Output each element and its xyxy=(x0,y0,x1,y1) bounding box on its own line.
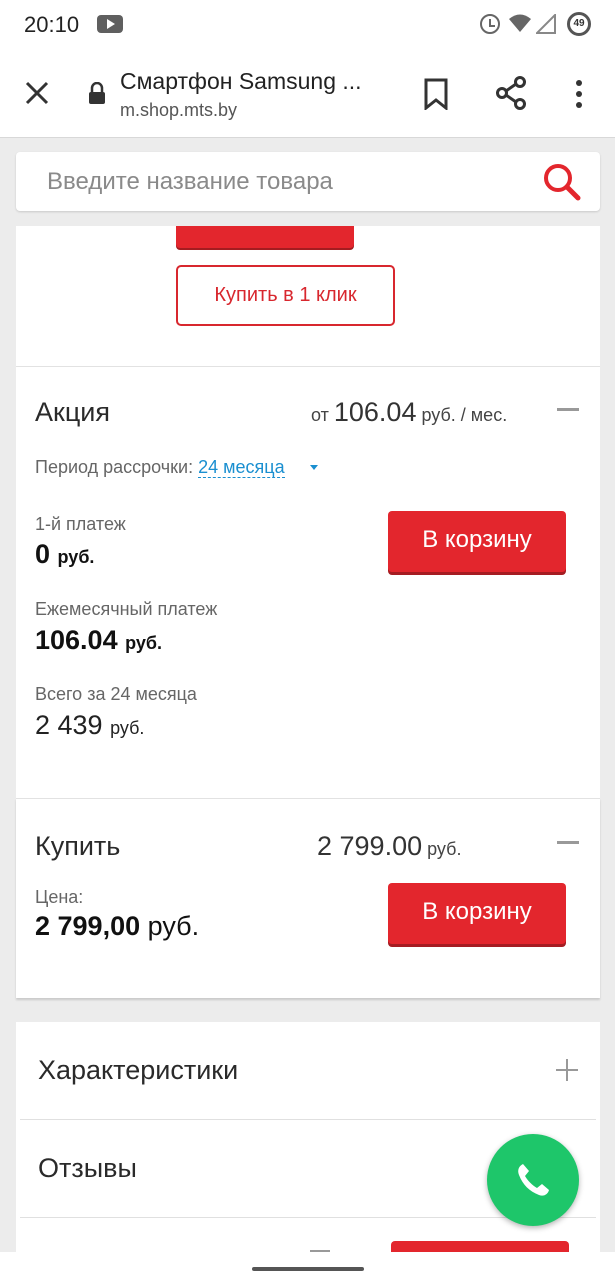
promo-section: Акция от 106.04 руб. / мес. Период расср… xyxy=(16,366,600,798)
home-gesture-bar[interactable] xyxy=(252,1267,364,1271)
search-icon[interactable] xyxy=(542,162,582,202)
plus-icon[interactable] xyxy=(556,1059,578,1081)
monthly-payment-amount: 106.04 xyxy=(35,625,118,655)
collapse-icon[interactable] xyxy=(557,841,579,844)
status-time: 20:10 xyxy=(24,12,80,37)
characteristics-row[interactable]: Характеристики xyxy=(20,1022,596,1120)
signal-icon xyxy=(536,14,556,34)
battery-icon: 49 xyxy=(567,12,591,36)
system-navigation-bar xyxy=(0,1252,615,1280)
monthly-payment-value: 106.04 руб. xyxy=(35,625,162,656)
search-bar: Введите название товара xyxy=(16,152,600,211)
page-url[interactable]: m.shop.mts.by xyxy=(120,100,237,121)
buy-actions-card: Купить в 1 клик xyxy=(16,226,600,366)
lock-icon xyxy=(89,82,105,104)
promo-price-prefix: от xyxy=(311,405,329,425)
phone-icon xyxy=(518,1164,549,1196)
promo-price-value: 106.04 xyxy=(333,397,417,427)
first-payment-amount: 0 xyxy=(35,539,51,569)
monthly-payment-unit: руб. xyxy=(125,633,162,653)
more-menu-icon[interactable] xyxy=(568,78,590,110)
promo-title: Акция xyxy=(35,397,110,427)
chevron-down-icon[interactable] xyxy=(310,465,318,470)
total-label: Всего за 24 месяца xyxy=(35,684,197,704)
promo-add-to-cart-button[interactable]: В корзину xyxy=(388,511,566,572)
buy-section: Купить 2 799.00 руб. Цена: 2 799,00 руб.… xyxy=(16,798,600,998)
buy-add-to-cart-button[interactable]: В корзину xyxy=(388,883,566,944)
price-value: 2 799,00 руб. xyxy=(35,911,199,942)
call-button[interactable] xyxy=(487,1134,579,1226)
first-payment-label: 1-й платеж xyxy=(35,514,126,534)
promo-price-unit: руб. / мес. xyxy=(421,405,508,425)
monthly-payment-label: Ежемесячный платеж xyxy=(35,599,218,619)
buy-price: 2 799.00 руб. xyxy=(317,831,461,862)
period-dropdown[interactable]: 24 месяца xyxy=(198,457,285,478)
buy-price-unit-header: руб. xyxy=(427,839,462,859)
reviews-label: Отзывы xyxy=(38,1153,137,1183)
price-label: Цена: xyxy=(35,887,84,907)
search-input[interactable]: Введите название товара xyxy=(47,168,333,196)
status-bar: 20:10 49 xyxy=(0,0,615,52)
bookmark-icon[interactable] xyxy=(423,78,449,110)
total-value: 2 439 руб. xyxy=(35,710,144,741)
collapse-icon[interactable] xyxy=(557,408,579,411)
installment-period: Период рассрочки: 24 месяца xyxy=(35,457,285,478)
share-icon[interactable] xyxy=(495,76,527,110)
promo-price: от 106.04 руб. / мес. xyxy=(311,397,507,428)
browser-toolbar: Смартфон Samsung ... m.shop.mts.by xyxy=(0,52,615,138)
buy-title: Купить xyxy=(35,831,121,861)
period-label: Период рассрочки: xyxy=(35,457,194,477)
close-icon[interactable] xyxy=(22,78,52,108)
alarm-icon xyxy=(480,14,500,34)
total-amount: 2 439 xyxy=(35,710,103,740)
one-click-buy-button[interactable]: Купить в 1 клик xyxy=(176,265,395,326)
total-unit: руб. xyxy=(110,718,145,738)
youtube-notification-icon xyxy=(97,15,123,33)
page-title: Смартфон Samsung ... xyxy=(120,68,362,94)
buy-price-value-header: 2 799.00 xyxy=(317,831,423,861)
characteristics-label: Характеристики xyxy=(38,1055,239,1085)
first-payment-unit: руб. xyxy=(57,547,95,567)
first-payment-value: 0 руб. xyxy=(35,539,94,570)
buy-button-partial[interactable] xyxy=(176,226,354,248)
wifi-icon xyxy=(509,14,531,32)
price-unit: руб. xyxy=(147,911,200,941)
price-amount: 2 799,00 xyxy=(35,911,141,941)
